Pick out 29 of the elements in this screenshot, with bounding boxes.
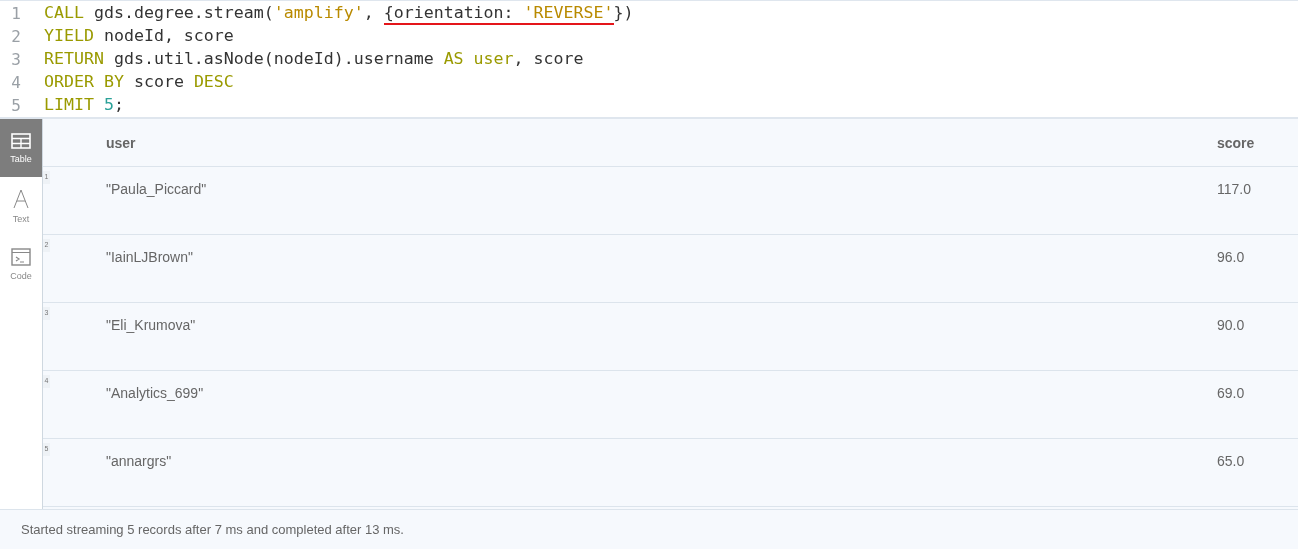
table-cell-text: 90.0 bbox=[1217, 316, 1246, 333]
column-header: score bbox=[1217, 134, 1256, 151]
table-cell-text: "IainLJBrown" bbox=[106, 248, 194, 265]
line-number: 2 bbox=[10, 27, 22, 46]
line-number: 1 bbox=[10, 4, 22, 23]
line-number: 3 bbox=[10, 50, 22, 69]
terminal-icon bbox=[11, 247, 31, 266]
table-cell-text: "Eli_Krumova" bbox=[106, 316, 197, 333]
code-line: LIMIT 5; bbox=[44, 94, 124, 116]
code-line: CALL gds.degree.stream('amplify', {orientation: 'REVERSE'}) bbox=[44, 2, 634, 25]
view-tab[interactable]: Text bbox=[0, 177, 42, 235]
line-number: 5 bbox=[10, 96, 22, 115]
table-cell-text: 96.0 bbox=[1217, 248, 1246, 265]
table-icon bbox=[11, 132, 31, 149]
table-cell-text: 117.0 bbox=[1217, 180, 1252, 197]
line-number: 4 bbox=[10, 73, 22, 92]
status-message: Started streaming 5 records after 7 ms and completed after 13 ms. bbox=[21, 522, 404, 537]
table-cell-text: 65.0 bbox=[1217, 452, 1246, 469]
table-cell-text: 69.0 bbox=[1217, 384, 1246, 401]
column-header: user bbox=[106, 134, 137, 151]
code-line: YIELD nodeId, score bbox=[44, 25, 234, 47]
letter-a-icon bbox=[13, 188, 29, 209]
view-tab[interactable]: Table bbox=[0, 119, 42, 177]
table-cell-text: "Paula_Piccard" bbox=[106, 180, 208, 197]
table-cell-text: "Analytics_699" bbox=[106, 384, 205, 401]
code-line: ORDER BY score DESC bbox=[44, 71, 234, 93]
code-line: RETURN gds.util.asNode(nodeId).username AS user, score bbox=[44, 48, 584, 70]
view-tab[interactable]: Code bbox=[0, 235, 42, 293]
table-cell-text: "annargrs" bbox=[106, 452, 173, 469]
